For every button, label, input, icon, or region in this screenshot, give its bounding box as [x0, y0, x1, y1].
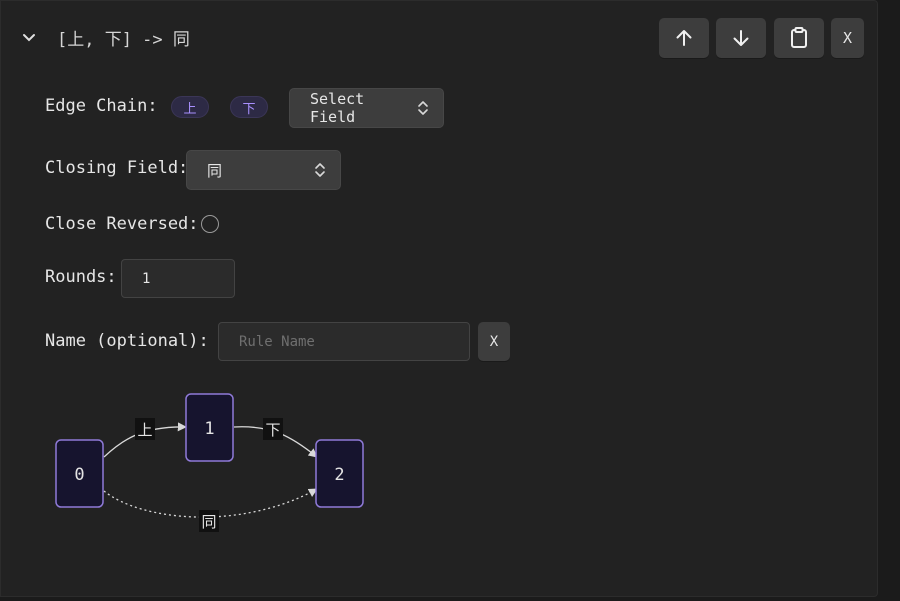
rule-title: [上, 下] -> 同 [57, 29, 190, 50]
clear-name-button[interactable]: X [478, 322, 510, 361]
arrow-down-icon [733, 30, 749, 46]
diagram-node-0-label: 0 [74, 465, 84, 485]
closing-field-select[interactable]: 同 [186, 150, 341, 190]
edge-label-1-2: 下 [265, 421, 280, 439]
edge-chain-label: Edge Chain: [45, 96, 158, 116]
clipboard-icon [791, 27, 807, 48]
edge-chain-select-value: Select Field [310, 90, 365, 126]
rule-name-input[interactable]: Rule Name [218, 322, 470, 361]
chevron-updown-icon [315, 163, 325, 177]
edge-chain-field-1[interactable]: 上 [171, 96, 209, 118]
move-up-button[interactable] [659, 18, 709, 58]
edge-label-0-2: 同 [201, 513, 216, 531]
rounds-label: Rounds: [45, 267, 117, 287]
edge-chain-field-2[interactable]: 下 [230, 96, 268, 118]
copy-button[interactable] [774, 18, 824, 58]
chevron-down-icon[interactable] [19, 27, 39, 47]
closing-field-label: Closing Field: [45, 158, 189, 178]
close-reversed-label: Close Reversed: [45, 214, 199, 234]
name-label: Name (optional): [45, 331, 209, 351]
diagram-node-1-label: 1 [204, 419, 214, 439]
close-reversed-radio[interactable] [201, 215, 219, 233]
edge-chain-select[interactable]: Select Field [289, 88, 444, 128]
rule-diagram: 上 下 同 0 1 2 [55, 393, 364, 532]
rule-panel: [上, 下] -> 同 X Edge Chain: 上 下 Select Fie… [0, 0, 878, 597]
delete-rule-button[interactable]: X [831, 18, 864, 58]
move-down-button[interactable] [716, 18, 766, 58]
chevron-updown-icon [418, 101, 428, 115]
arrow-up-icon [676, 30, 692, 46]
closing-field-value: 同 [207, 161, 223, 180]
rule-header: [上, 下] -> 同 [19, 21, 190, 53]
rounds-input[interactable]: 1 [121, 259, 235, 298]
diagram-node-2-label: 2 [334, 465, 344, 485]
edge-label-0-1: 上 [137, 421, 152, 439]
